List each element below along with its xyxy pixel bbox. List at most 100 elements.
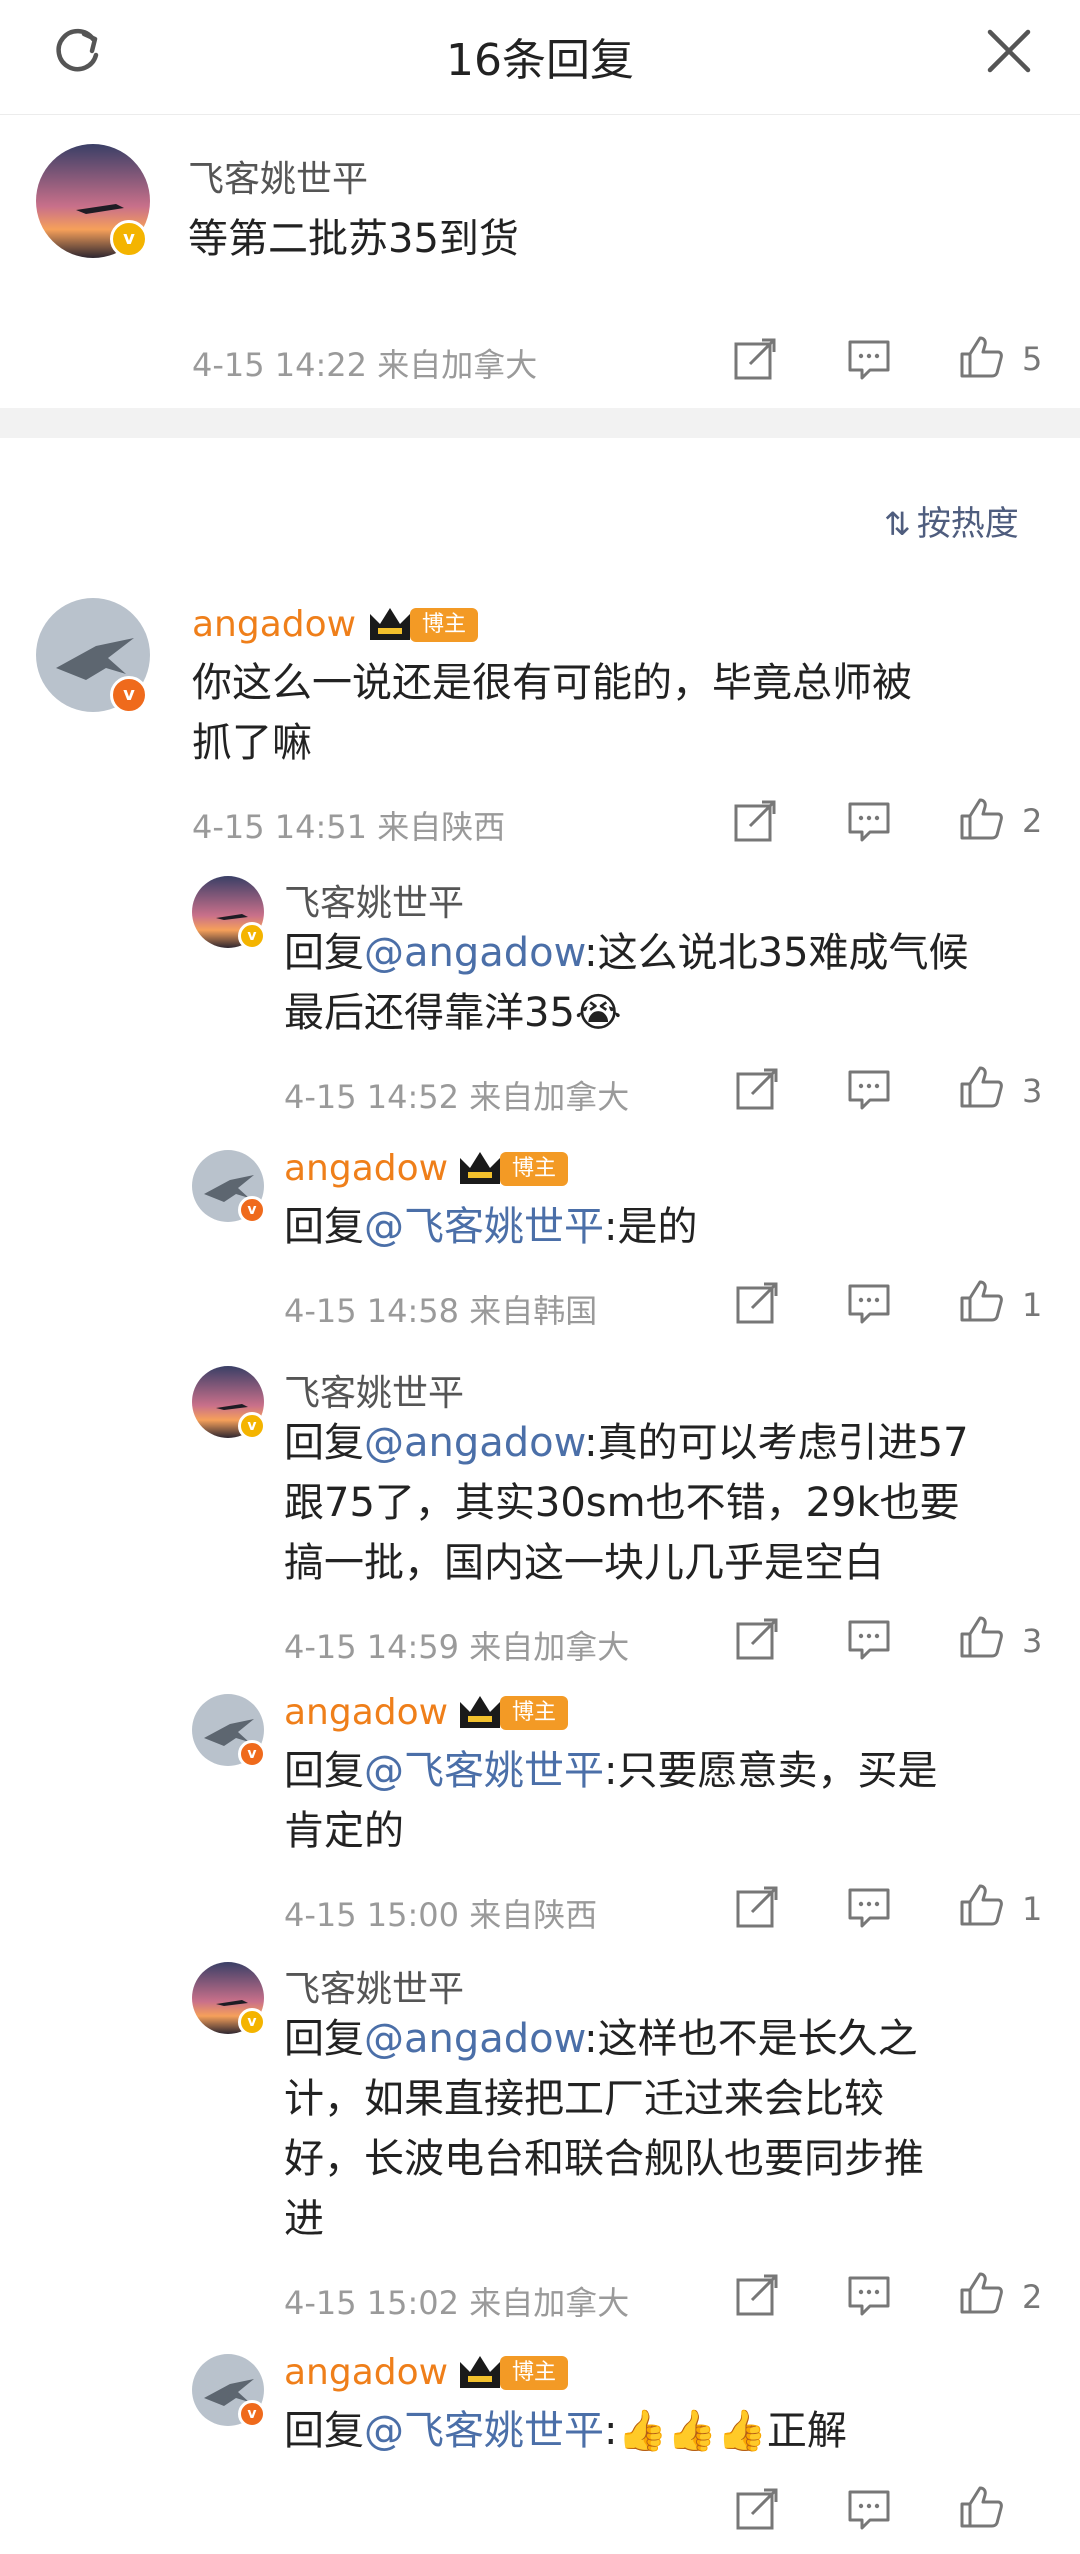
header-bar: 16条回复 [0,0,1080,115]
like-count: 1 [1022,1890,1043,1928]
like-icon[interactable] [958,796,1004,842]
reply-meta: 4-15 14:58 来自韩国 [284,1292,598,1330]
crown-icon [460,1696,500,1728]
comment-icon[interactable] [846,336,892,382]
mention-link[interactable]: @飞客姚世平 [364,1748,604,1794]
like-icon[interactable] [958,1064,1004,1110]
comment-icon[interactable] [846,2486,892,2532]
comment-meta: 4-15 14:51 来自陕西 [192,808,506,846]
reply-prefix: 回复 [284,2016,364,2062]
reply-text-line: 最后还得靠洋35😭 [284,990,622,1036]
mention-link[interactable]: @飞客姚世平 [364,1204,604,1250]
reply-text-line: 肯定的 [284,1808,404,1854]
verified-badge-icon: v [238,2008,266,2036]
verified-badge-icon: v [238,2400,266,2428]
like-icon[interactable] [958,1882,1004,1928]
reply-meta: 4-15 14:52 来自加拿大 [284,1078,630,1116]
verified-badge-icon: v [110,220,148,258]
author-name[interactable]: angadow [284,2352,448,2393]
verified-badge-icon: v [238,1740,266,1768]
comment-icon[interactable] [846,1280,892,1326]
reply-meta: 4-15 14:59 来自加拿大 [284,1628,630,1666]
close-icon[interactable] [980,22,1038,80]
like-icon[interactable] [958,2270,1004,2316]
verified-badge-icon: v [238,922,266,950]
reply-prefix: 回复 [284,1420,364,1466]
crown-icon [460,2356,500,2388]
blogger-badge: 博主 [500,1152,568,1186]
share-icon[interactable] [734,1280,780,1326]
reply-text-line: 回复@angadow:这么说北35难成气候 [284,924,969,982]
reply-text-line: 跟75了，其实30sm也不错，29k也要 [284,1480,960,1526]
share-icon[interactable] [732,798,778,844]
crown-icon [460,1152,500,1184]
mention-link[interactable]: @angadow [364,2016,584,2062]
like-count: 2 [1022,2278,1043,2316]
reply-meta: 4-15 15:02 来自加拿大 [284,2284,630,2322]
like-icon[interactable] [958,2484,1004,2530]
mention-link[interactable]: @angadow [364,930,584,976]
comment-icon[interactable] [846,798,892,844]
reply-body: :这么说北35难成气候 [584,930,969,976]
reply-body: :只要愿意卖，买是 [604,1748,938,1794]
blogger-badge: 博主 [500,2356,568,2390]
reply-text-line: 进 [284,2196,324,2242]
reply-meta: 4-15 15:00 来自陕西 [284,1896,598,1934]
share-icon[interactable] [734,2486,780,2532]
author-name[interactable]: 飞客姚世平 [284,1960,464,2012]
mention-link[interactable]: @飞客姚世平 [364,2408,604,2454]
blogger-badge: 博主 [410,608,478,642]
like-count: 5 [1022,340,1043,378]
verified-badge-icon: v [110,676,148,714]
reply-prefix: 回复 [284,1748,364,1794]
like-icon[interactable] [958,334,1004,380]
post-text: 等第二批苏35到货 [188,216,519,262]
author-name[interactable]: 飞客姚世平 [284,1364,464,1416]
reply-text-line: 回复@飞客姚世平:是的 [284,1198,697,1256]
sort-label: 按热度 [916,504,1019,544]
blogger-badge: 博主 [500,1696,568,1730]
verified-badge-icon: v [238,1412,266,1440]
comment-text-line: 你这么一说还是很有可能的，毕竟总师被 [192,660,912,706]
like-icon[interactable] [958,1278,1004,1324]
reply-prefix: 回复 [284,2408,364,2454]
share-icon[interactable] [734,1066,780,1112]
share-icon[interactable] [732,336,778,382]
post-meta: 4-15 14:22 来自加拿大 [192,346,538,384]
sort-icon: ⇅ [884,505,911,543]
reply-text-line: 计，如果直接把工厂迁过来会比较 [284,2076,884,2122]
comment-text-line: 抓了嘛 [192,720,312,766]
reply-text-line: 回复@angadow:这样也不是长久之 [284,2010,918,2068]
sort-button[interactable]: ⇅ 按热度 [884,496,1019,545]
author-name[interactable]: angadow [192,604,356,645]
reply-body: :是的 [604,1204,698,1250]
author-name[interactable]: 飞客姚世平 [188,150,368,202]
reply-text-line: 回复@飞客姚世平:👍👍👍正解 [284,2402,847,2460]
reply-body: :这样也不是长久之 [584,2016,918,2062]
share-icon[interactable] [734,1884,780,1930]
author-name[interactable]: 飞客姚世平 [284,874,464,926]
page-title: 16条回复 [446,35,634,86]
like-icon[interactable] [958,1614,1004,1660]
share-icon[interactable] [734,2272,780,2318]
reply-body: :真的可以考虑引进57 [584,1420,969,1466]
mention-link[interactable]: @angadow [364,1420,584,1466]
reply-body: :👍👍👍正解 [604,2408,847,2454]
like-count: 3 [1022,1622,1043,1660]
comment-icon[interactable] [846,1066,892,1112]
reply-prefix: 回复 [284,930,364,976]
like-count: 2 [1022,802,1043,840]
author-name[interactable]: angadow [284,1148,448,1189]
reply-text-line: 好，长波电台和联合舰队也要同步推 [284,2136,924,2182]
comment-icon[interactable] [846,2272,892,2318]
share-icon[interactable] [734,1616,780,1662]
author-name[interactable]: angadow [284,1692,448,1733]
comment-icon[interactable] [846,1884,892,1930]
reply-text-line: 回复@angadow:真的可以考虑引进57 [284,1414,969,1472]
reply-text-line: 搞一批，国内这一块儿几乎是空白 [284,1540,884,1586]
like-count: 3 [1022,1072,1043,1110]
section-divider [0,408,1080,438]
verified-badge-icon: v [238,1196,266,1224]
comment-icon[interactable] [846,1616,892,1662]
like-count: 1 [1022,1286,1043,1324]
